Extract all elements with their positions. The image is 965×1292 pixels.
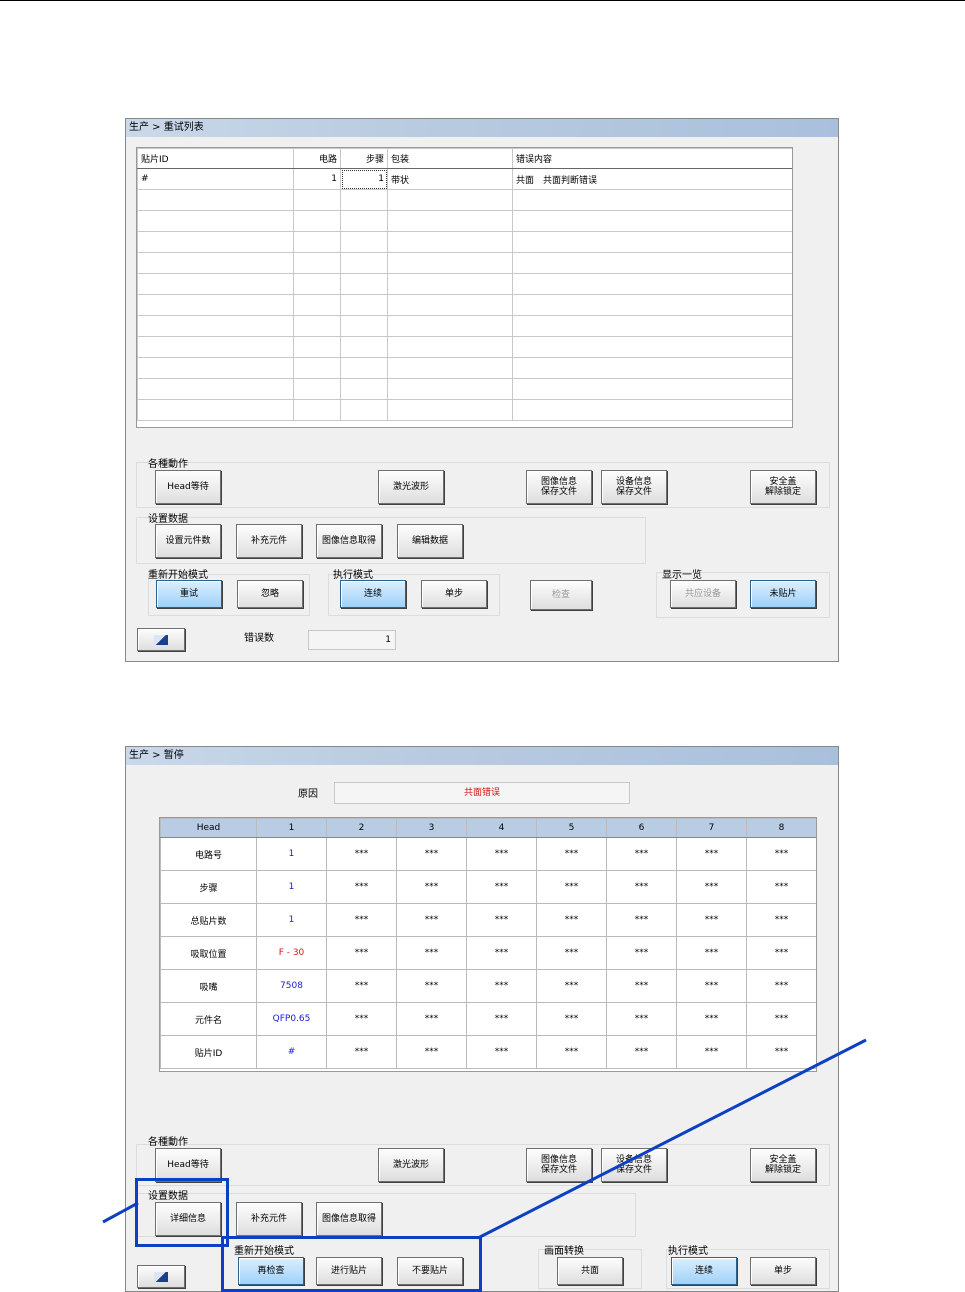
annotation-line-right (477, 1038, 867, 1240)
annotation-lines (102, 1038, 867, 1240)
annotation-line-left (102, 1201, 139, 1224)
